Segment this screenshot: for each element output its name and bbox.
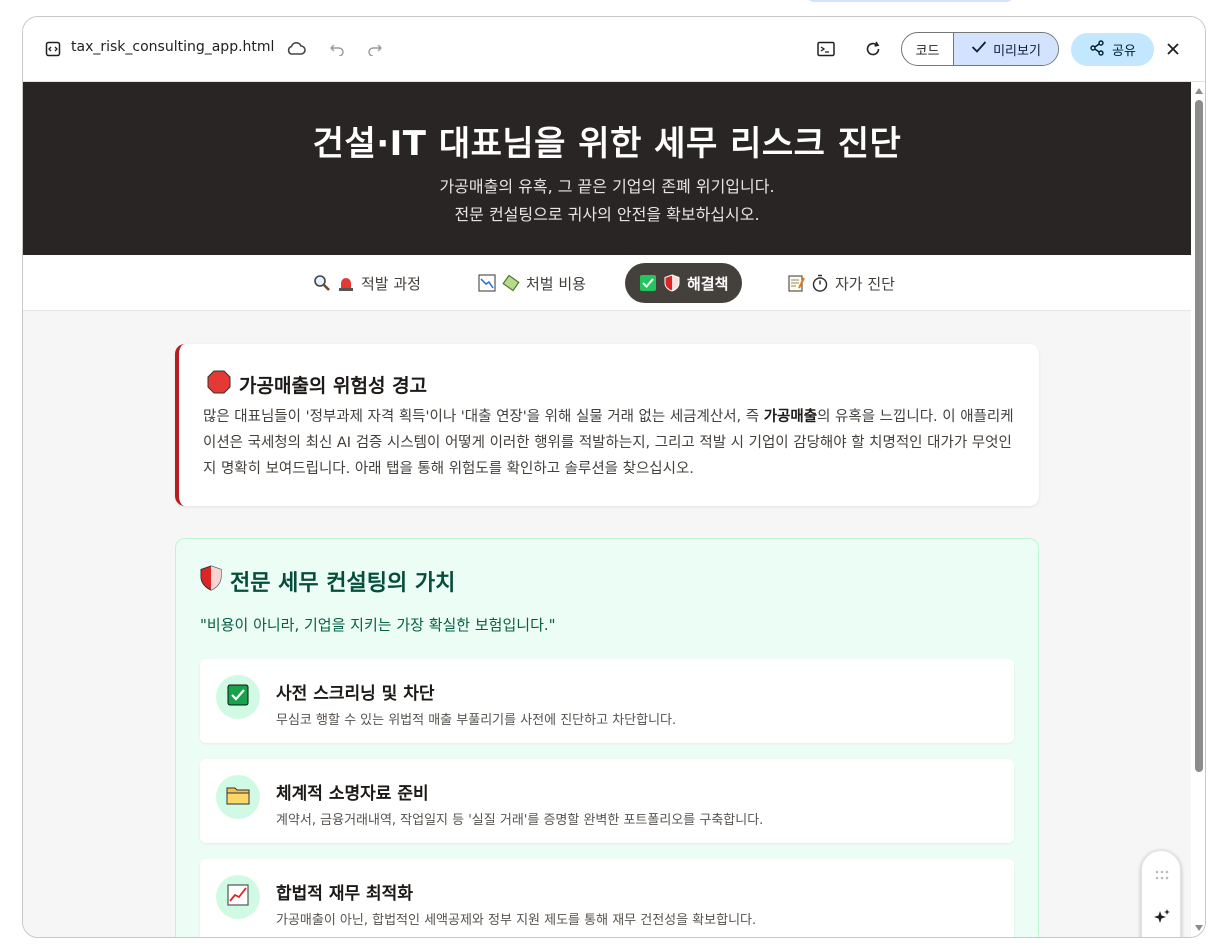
check-icon: [971, 40, 987, 58]
warning-card: 가공매출의 위험성 경고 많은 대표님들이 '정부과제 자격 획득'이나 '대출…: [175, 344, 1039, 506]
shield-icon: [200, 565, 222, 597]
share-label: 공유: [1112, 44, 1136, 59]
memo-icon: [787, 274, 805, 292]
warning-body: 많은 대표님들이 '정부과제 자격 획득'이나 '대출 연장'을 위해 실물 거…: [203, 404, 1023, 482]
value-item-desc: 가공매출이 아닌, 합법적인 세액공제와 정부 지원 제도를 통해 재무 건전성…: [276, 913, 757, 928]
tab-detection[interactable]: 적발 과정: [299, 263, 435, 303]
code-view-button[interactable]: 코드: [902, 33, 953, 65]
preview-content: 건설·IT 대표님을 위한 세무 리스크 진단 가공매출의 유혹, 그 끝은 기…: [23, 82, 1191, 937]
terminal-icon[interactable]: [815, 39, 837, 59]
floating-toolbar: [1141, 850, 1181, 937]
scroll-up-icon[interactable]: [1195, 88, 1203, 94]
stop-sign-icon: [207, 370, 231, 399]
check-icon: [639, 274, 657, 292]
share-button[interactable]: 공유: [1071, 33, 1154, 66]
preview-view-label: 미리보기: [993, 43, 1041, 59]
tab-solution-label: 해결책: [687, 274, 729, 293]
sparkle-icon[interactable]: [1150, 905, 1174, 929]
stopwatch-icon: [811, 274, 829, 292]
redo-icon[interactable]: [365, 39, 385, 59]
scroll-down-icon[interactable]: [1195, 925, 1203, 931]
siren-icon: [337, 274, 355, 292]
tab-penalty[interactable]: 처벌 비용: [464, 263, 600, 303]
value-item-title: 체계적 소명자료 준비: [276, 784, 429, 804]
chart-up-icon: [227, 884, 249, 910]
warning-body-text-1: 많은 대표님들이 '정부과제 자격 획득'이나 '대출 연장'을 위해 실물 거…: [203, 409, 764, 425]
value-item: 사전 스크리닝 및 차단 무심코 행할 수 있는 위법적 매출 부풀리기를 사전…: [200, 659, 1014, 743]
tab-penalty-label: 처벌 비용: [526, 274, 586, 293]
undo-icon[interactable]: [327, 39, 347, 59]
hero-subtitle-line2: 전문 컨설팅으로 귀사의 안전을 확보하십시오.: [454, 205, 760, 224]
cloud-icon[interactable]: [285, 39, 307, 59]
value-quote: "비용이 아니라, 기업을 지키는 가장 확실한 보험입니다.": [200, 616, 556, 634]
scrollbar[interactable]: [1191, 82, 1205, 937]
code-file-icon: [45, 41, 61, 57]
title-bar: tax_risk_consulting_app.html 코드 미리보기 공유: [23, 17, 1205, 82]
tab-self-check[interactable]: 자가 진단: [773, 263, 909, 303]
folder-icon: [226, 785, 250, 809]
warning-body-emphasis: 가공매출: [763, 409, 818, 425]
app-window: tax_risk_consulting_app.html 코드 미리보기 공유 …: [22, 16, 1206, 938]
value-item-desc: 계약서, 금융거래내역, 작업일지 등 '실질 거래'를 증명할 완벽한 포트폴…: [276, 813, 764, 828]
value-item-title: 합법적 재무 최적화: [276, 884, 413, 904]
magnifier-icon: [313, 274, 331, 292]
tab-bar: 적발 과정 처벌 비용 해결책 자가 진단: [23, 255, 1191, 311]
code-view-label: 코드: [915, 43, 940, 59]
item-icon-badge: [216, 675, 260, 719]
tab-detection-label: 적발 과정: [361, 274, 421, 293]
value-item: 체계적 소명자료 준비 계약서, 금융거래내역, 작업일지 등 '실질 거래'를…: [200, 759, 1014, 843]
value-title-row: 전문 세무 컨설팅의 가치: [200, 565, 455, 597]
money-icon: [502, 274, 520, 292]
hero-banner: 건설·IT 대표님을 위한 세무 리스크 진단 가공매출의 유혹, 그 끝은 기…: [23, 82, 1191, 255]
drag-handle-icon[interactable]: [1150, 863, 1174, 887]
file-name: tax_risk_consulting_app.html: [71, 39, 275, 55]
item-icon-badge: [216, 775, 260, 819]
share-icon: [1089, 39, 1105, 60]
close-icon[interactable]: [1163, 39, 1183, 59]
value-item-desc: 무심코 행할 수 있는 위법적 매출 부풀리기를 사전에 진단하고 차단합니다.: [276, 713, 677, 728]
consulting-value-card: 전문 세무 컨설팅의 가치 "비용이 아니라, 기업을 지키는 가장 확실한 보…: [175, 538, 1039, 937]
hero-subtitle-line1: 가공매출의 유혹, 그 끝은 기업의 존폐 위기입니다.: [439, 177, 775, 196]
value-item: 합법적 재무 최적화 가공매출이 아닌, 합법적인 세액공제와 정부 지원 제도…: [200, 859, 1014, 937]
item-icon-badge: [216, 875, 260, 919]
tab-solution[interactable]: 해결책: [625, 263, 743, 303]
preview-view-button[interactable]: 미리보기: [953, 33, 1058, 65]
value-title: 전문 세무 컨설팅의 가치: [230, 571, 456, 596]
scrollbar-thumb[interactable]: [1195, 100, 1203, 772]
warning-title: 가공매출의 위험성 경고: [239, 375, 428, 397]
refresh-icon[interactable]: [863, 39, 883, 59]
warning-title-row: 가공매출의 위험성 경고: [207, 370, 427, 399]
value-item-title: 사전 스크리닝 및 차단: [276, 684, 435, 704]
view-toggle: 코드 미리보기: [901, 32, 1059, 66]
top-edge-pill: [806, 0, 1014, 2]
check-icon: [227, 684, 249, 710]
chart-icon: [478, 274, 496, 292]
shield-icon: [663, 274, 681, 292]
hero-title: 건설·IT 대표님을 위한 세무 리스크 진단: [312, 124, 902, 164]
tab-self-check-label: 자가 진단: [835, 274, 895, 293]
